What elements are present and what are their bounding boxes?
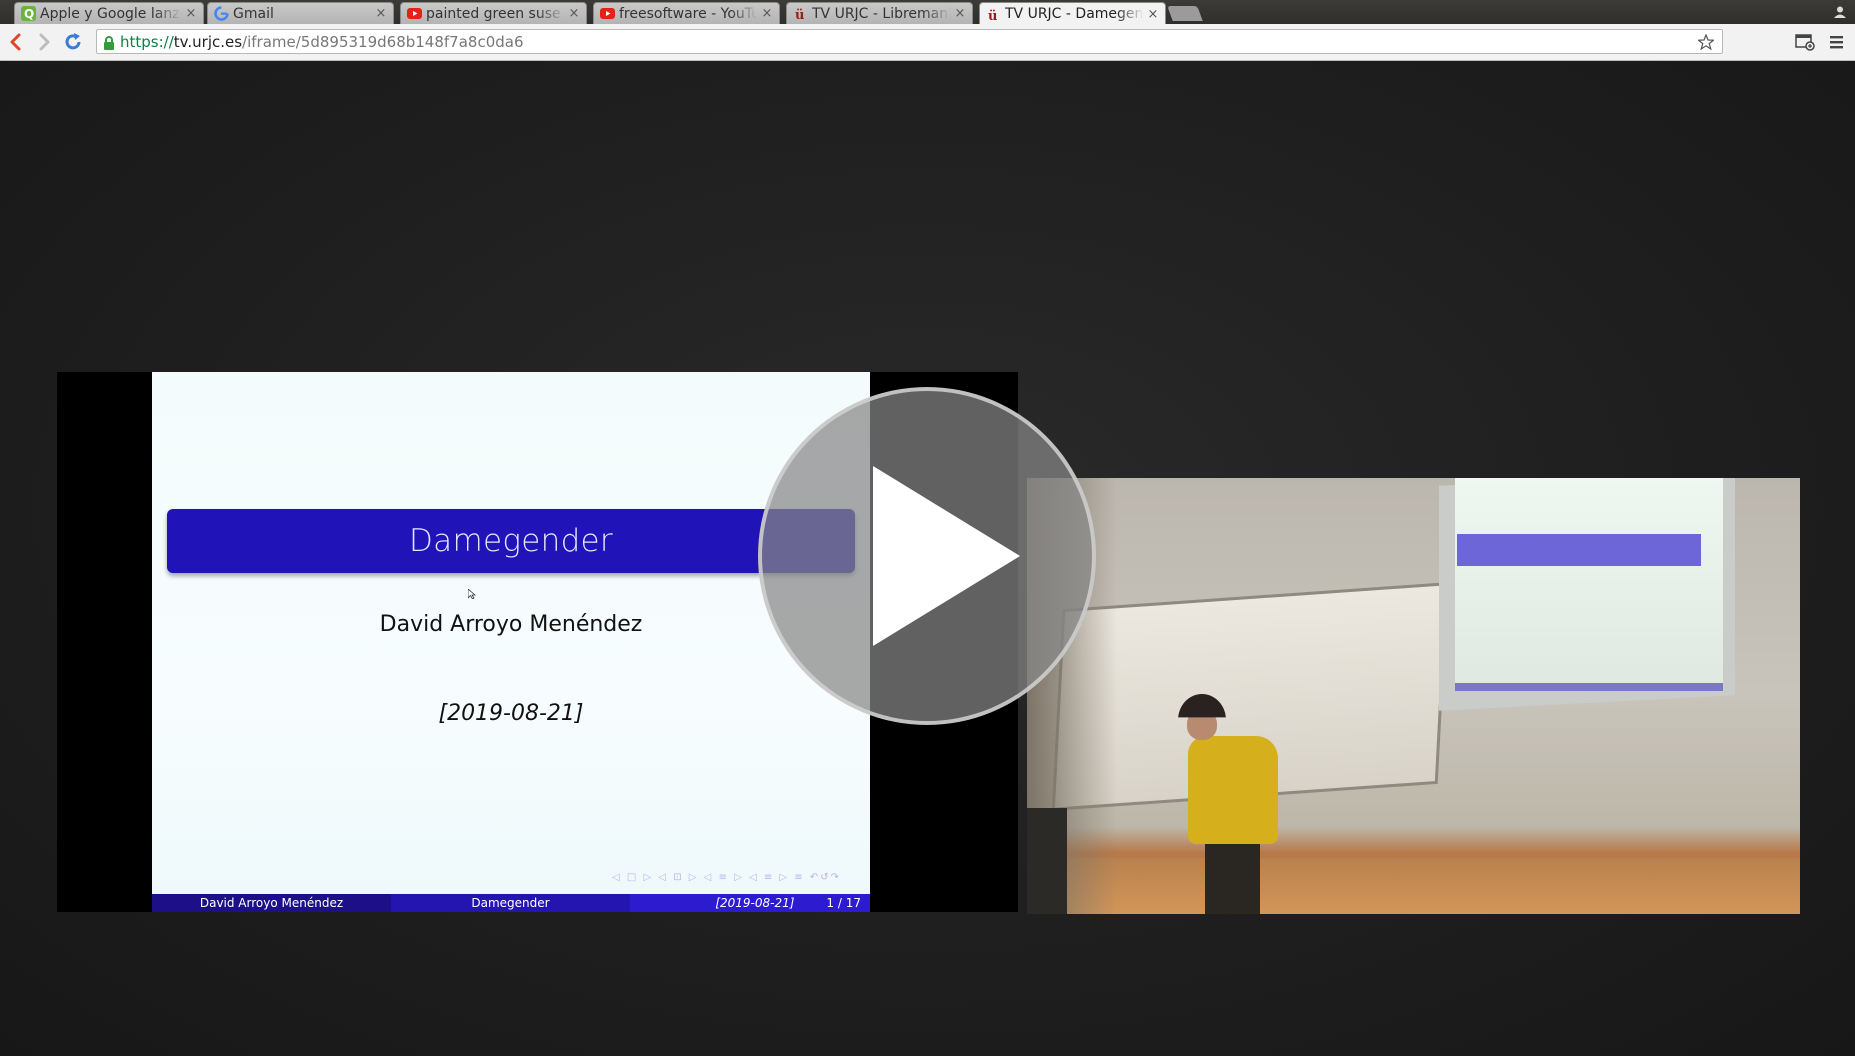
footline-title-text: Damegender <box>471 896 550 910</box>
play-button[interactable] <box>758 387 1096 725</box>
tab-tv-urjc-libremanias[interactable]: ü TV URJC - Libremani × <box>786 2 973 24</box>
hamburger-menu-icon <box>1830 36 1843 49</box>
extension-button[interactable] <box>1795 33 1815 51</box>
tab-title: TV URJC - Libremani <box>812 5 951 22</box>
slide-title: Damegender <box>409 523 613 559</box>
url-host: tv.urjc.es <box>173 32 243 51</box>
footline-page-number: 1 / 17 <box>826 896 861 910</box>
close-icon[interactable]: × <box>375 6 387 21</box>
speaker-body <box>1188 736 1278 844</box>
profile-icon[interactable] <box>1833 4 1847 18</box>
tab-title: freesoftware - YouTu <box>619 5 758 22</box>
footline-date-page: [2019-08-21] 1 / 17 <box>630 894 870 912</box>
slide-title-bar: Damegender <box>167 509 855 573</box>
new-tab-button[interactable] <box>1167 6 1203 21</box>
urjc-logo-icon: ü <box>793 6 808 23</box>
footline-author: David Arroyo Menéndez <box>152 894 391 912</box>
tab-freesoftware-youtube[interactable]: freesoftware - YouTu × <box>593 2 780 24</box>
tab-title: painted green suse <box>426 5 561 22</box>
beamer-navigation-symbols: ◁ □ ▷ ◁ ⊡ ▷ ◁ ≡ ▷ ◁ ≡ ▷ ≡ ↶↺↷ <box>612 872 841 883</box>
close-icon[interactable]: × <box>568 6 580 21</box>
projected-title-bar <box>1457 534 1701 566</box>
close-icon[interactable]: × <box>185 6 197 21</box>
extension-icon <box>1795 34 1815 51</box>
urjc-logo-icon: ü <box>986 7 1001 24</box>
play-icon <box>873 466 1020 646</box>
url-text: https://tv.urjc.es/iframe/5d895319d68b14… <box>120 33 524 51</box>
svg-text:Q: Q <box>24 7 34 21</box>
mouse-cursor-icon <box>467 584 477 600</box>
slide-footline: David Arroyo Menéndez Damegender [2019-0… <box>152 894 870 912</box>
speaker-legs <box>1205 838 1260 914</box>
url-scheme: https:// <box>120 32 174 51</box>
svg-text:ü: ü <box>988 9 997 22</box>
footline-author-text: David Arroyo Menéndez <box>199 896 344 910</box>
google-g-icon <box>214 6 229 21</box>
address-bar[interactable]: https://tv.urjc.es/iframe/5d895319d68b14… <box>96 29 1723 54</box>
tab-title: TV URJC - Damegend <box>1005 6 1144 22</box>
menu-button[interactable] <box>1829 33 1845 51</box>
speaker-camera-video[interactable] <box>1027 478 1800 914</box>
browser-tab-strip: Q Apple y Google lanz × Gmail × painted … <box>0 0 1855 25</box>
close-icon[interactable]: × <box>761 6 773 21</box>
back-arrow-icon <box>10 33 21 51</box>
reload-icon <box>65 33 81 50</box>
bookmark-star-icon[interactable] <box>1696 33 1716 51</box>
footline-date: [2019-08-21] <box>715 896 795 910</box>
footline-title: Damegender <box>391 894 630 912</box>
close-icon[interactable]: × <box>954 6 966 21</box>
tab-title: Gmail <box>233 5 274 22</box>
back-button[interactable] <box>6 32 26 52</box>
tab-apple-google[interactable]: Q Apple y Google lanz × <box>14 2 204 24</box>
page-content: Damegender David Arroyo Menéndez [2019-0… <box>0 61 1855 1056</box>
lock-icon <box>103 35 115 50</box>
tab-gmail[interactable]: Gmail × <box>207 2 394 24</box>
svg-text:ü: ü <box>795 8 804 21</box>
reload-button[interactable] <box>63 32 83 52</box>
tab-title: Apple y Google lanz <box>40 5 180 22</box>
close-icon[interactable]: × <box>1147 7 1159 22</box>
browser-toolbar: https://tv.urjc.es/iframe/5d895319d68b14… <box>0 24 1855 61</box>
projected-footline <box>1455 683 1723 691</box>
video-player[interactable]: Damegender David Arroyo Menéndez [2019-0… <box>0 61 1855 1056</box>
projected-slide <box>1455 478 1723 688</box>
forward-arrow-icon <box>39 33 50 51</box>
green-q-favicon-icon: Q <box>21 6 36 21</box>
forward-button[interactable] <box>34 32 54 52</box>
tab-tv-urjc-damegender[interactable]: ü TV URJC - Damegend × <box>979 2 1166 25</box>
tab-painted-green-suse[interactable]: painted green suse × <box>400 2 587 24</box>
url-path: /iframe/5d895319d68b148f7a8c0da6 <box>242 32 524 51</box>
youtube-icon <box>407 6 422 21</box>
youtube-icon <box>600 6 615 21</box>
floor <box>1027 858 1800 914</box>
chair <box>1027 808 1067 914</box>
